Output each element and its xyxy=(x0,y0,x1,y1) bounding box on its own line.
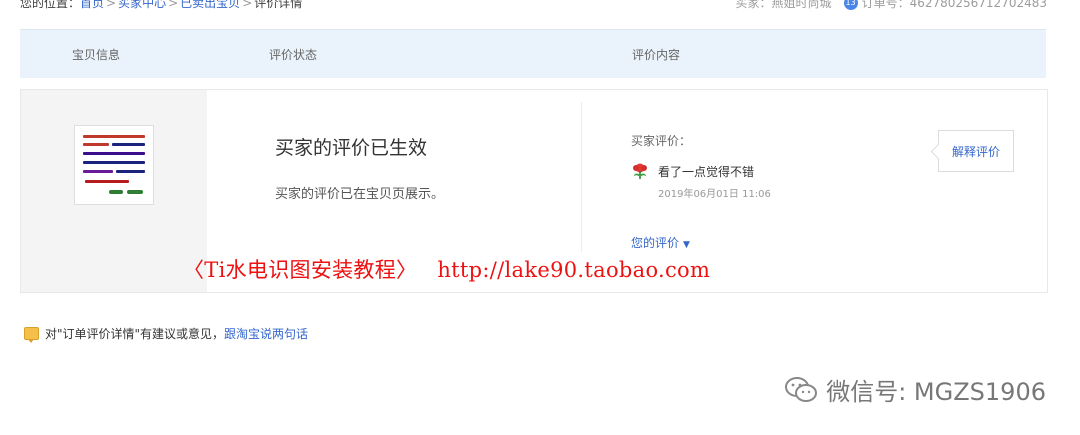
breadcrumb-current: 评价详情 xyxy=(254,0,303,10)
column-divider xyxy=(581,102,582,252)
breadcrumb-sold-items[interactable]: 已卖出宝贝 xyxy=(180,0,240,10)
item-info-cell xyxy=(21,90,207,292)
wechat-icon xyxy=(785,376,818,402)
breadcrumb-buyer-center[interactable]: 买家中心 xyxy=(118,0,166,10)
review-status-title: 买家的评价已生效 xyxy=(275,137,428,159)
order-meta: 买家：燕姐时尚城 13 订单号：462780256712702483 xyxy=(736,0,1047,11)
header-item-info: 宝贝信息 xyxy=(72,48,121,62)
your-review-toggle[interactable]: 您的评价 ▼ xyxy=(631,234,690,251)
review-status-description: 买家的评价已在宝贝页展示。 xyxy=(275,187,445,202)
buyer-review-date: 2019年06月01日 11:06 xyxy=(658,189,771,200)
watermark-title: 〈Ti水电识图安装教程〉 xyxy=(183,258,418,282)
buyer-review-text: 看了一点觉得不错 xyxy=(658,165,755,179)
top-bar: 您的位置：首页 > 买家中心 > 已卖出宝贝 > 评价详情 买家：燕姐时尚城 13 订单号：… xyxy=(0,0,1080,14)
your-review-label: 您的评价 xyxy=(631,236,680,250)
flower-icon xyxy=(633,163,647,179)
feedback-link[interactable]: 跟淘宝说两句话 xyxy=(224,325,308,342)
breadcrumb: 您的位置：首页 > 买家中心 > 已卖出宝贝 > 评价详情 xyxy=(20,0,302,11)
watermark-banner: 〈Ti水电识图安装教程〉 http://lake90.taobao.com xyxy=(183,254,710,284)
chevron-down-icon: ▼ xyxy=(683,240,690,250)
wechat-id: 微信号: MGZS1906 xyxy=(826,378,1046,406)
feedback-line: 对"订单评价详情"有建议或意见， 跟淘宝说两句话 xyxy=(24,325,308,343)
breadcrumb-separator: > xyxy=(242,0,253,10)
breadcrumb-home[interactable]: 首页 xyxy=(80,0,104,10)
buyer-level-badge: 13 xyxy=(843,0,858,10)
watermark-url: http://lake90.taobao.com xyxy=(437,258,711,282)
item-thumbnail-image xyxy=(79,130,149,200)
buyer-review-label: 买家评价： xyxy=(631,134,692,148)
table-header: 宝贝信息 评价状态 评价内容 xyxy=(20,29,1046,78)
explain-review-button[interactable]: 解释评价 xyxy=(938,130,1014,172)
buyer-name: 买家：燕姐时尚城 xyxy=(735,0,832,10)
header-review-status: 评价状态 xyxy=(269,48,318,62)
wechat-watermark: 微信号: MGZS1906 xyxy=(784,372,1046,407)
feedback-text: 对"订单评价详情"有建议或意见， xyxy=(45,327,225,341)
breadcrumb-separator: > xyxy=(106,0,117,10)
item-thumbnail[interactable] xyxy=(74,125,154,205)
breadcrumb-separator: > xyxy=(168,0,179,10)
feedback-icon xyxy=(24,327,39,343)
header-review-content: 评价内容 xyxy=(632,48,681,62)
breadcrumb-prefix: 您的位置： xyxy=(20,0,81,10)
order-number: 订单号：462780256712702483 xyxy=(861,0,1047,10)
